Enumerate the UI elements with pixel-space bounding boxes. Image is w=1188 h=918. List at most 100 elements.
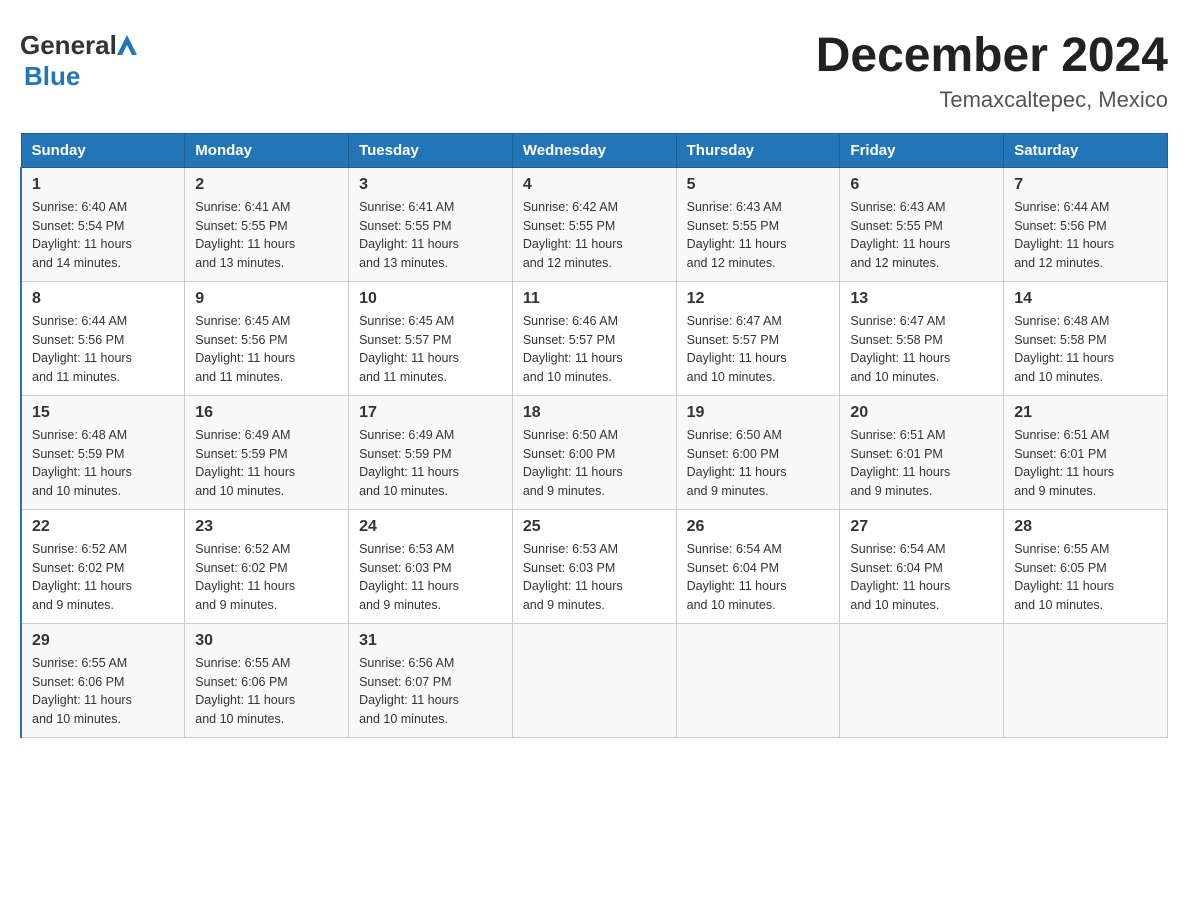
month-title: December 2024 bbox=[816, 30, 1168, 83]
day-info: Sunrise: 6:52 AMSunset: 6:02 PMDaylight:… bbox=[32, 542, 132, 612]
calendar-cell: 19 Sunrise: 6:50 AMSunset: 6:00 PMDaylig… bbox=[676, 395, 840, 509]
day-number: 30 bbox=[195, 632, 338, 650]
calendar-cell: 10 Sunrise: 6:45 AMSunset: 5:57 PMDaylig… bbox=[349, 281, 513, 395]
day-info: Sunrise: 6:53 AMSunset: 6:03 PMDaylight:… bbox=[523, 542, 623, 612]
day-number: 28 bbox=[1014, 518, 1157, 536]
day-number: 20 bbox=[850, 404, 993, 422]
calendar-cell: 25 Sunrise: 6:53 AMSunset: 6:03 PMDaylig… bbox=[512, 509, 676, 623]
calendar-header: SundayMondayTuesdayWednesdayThursdayFrid… bbox=[21, 133, 1168, 167]
day-info: Sunrise: 6:45 AMSunset: 5:56 PMDaylight:… bbox=[195, 314, 295, 384]
calendar-week-3: 15 Sunrise: 6:48 AMSunset: 5:59 PMDaylig… bbox=[21, 395, 1168, 509]
day-info: Sunrise: 6:49 AMSunset: 5:59 PMDaylight:… bbox=[195, 428, 295, 498]
day-info: Sunrise: 6:41 AMSunset: 5:55 PMDaylight:… bbox=[359, 200, 459, 270]
calendar-cell: 7 Sunrise: 6:44 AMSunset: 5:56 PMDayligh… bbox=[1004, 167, 1168, 281]
calendar-cell: 20 Sunrise: 6:51 AMSunset: 6:01 PMDaylig… bbox=[840, 395, 1004, 509]
day-info: Sunrise: 6:51 AMSunset: 6:01 PMDaylight:… bbox=[850, 428, 950, 498]
day-number: 12 bbox=[687, 290, 830, 308]
calendar-cell: 4 Sunrise: 6:42 AMSunset: 5:55 PMDayligh… bbox=[512, 167, 676, 281]
day-number: 13 bbox=[850, 290, 993, 308]
day-number: 2 bbox=[195, 176, 338, 194]
day-info: Sunrise: 6:54 AMSunset: 6:04 PMDaylight:… bbox=[687, 542, 787, 612]
calendar-cell: 14 Sunrise: 6:48 AMSunset: 5:58 PMDaylig… bbox=[1004, 281, 1168, 395]
logo-blue-text: Blue bbox=[24, 61, 80, 92]
day-number: 21 bbox=[1014, 404, 1157, 422]
calendar-body: 1 Sunrise: 6:40 AMSunset: 5:54 PMDayligh… bbox=[21, 167, 1168, 737]
day-info: Sunrise: 6:55 AMSunset: 6:06 PMDaylight:… bbox=[32, 656, 132, 726]
day-number: 7 bbox=[1014, 176, 1157, 194]
weekday-header-saturday: Saturday bbox=[1004, 133, 1168, 167]
calendar-cell: 17 Sunrise: 6:49 AMSunset: 5:59 PMDaylig… bbox=[349, 395, 513, 509]
calendar-cell: 11 Sunrise: 6:46 AMSunset: 5:57 PMDaylig… bbox=[512, 281, 676, 395]
calendar-cell bbox=[676, 623, 840, 737]
calendar-cell: 3 Sunrise: 6:41 AMSunset: 5:55 PMDayligh… bbox=[349, 167, 513, 281]
day-info: Sunrise: 6:48 AMSunset: 5:58 PMDaylight:… bbox=[1014, 314, 1114, 384]
day-number: 19 bbox=[687, 404, 830, 422]
calendar-cell: 26 Sunrise: 6:54 AMSunset: 6:04 PMDaylig… bbox=[676, 509, 840, 623]
day-number: 24 bbox=[359, 518, 502, 536]
calendar-cell: 5 Sunrise: 6:43 AMSunset: 5:55 PMDayligh… bbox=[676, 167, 840, 281]
calendar-cell bbox=[512, 623, 676, 737]
day-info: Sunrise: 6:44 AMSunset: 5:56 PMDaylight:… bbox=[1014, 200, 1114, 270]
calendar-cell: 16 Sunrise: 6:49 AMSunset: 5:59 PMDaylig… bbox=[185, 395, 349, 509]
day-info: Sunrise: 6:50 AMSunset: 6:00 PMDaylight:… bbox=[523, 428, 623, 498]
day-info: Sunrise: 6:43 AMSunset: 5:55 PMDaylight:… bbox=[687, 200, 787, 270]
day-number: 16 bbox=[195, 404, 338, 422]
calendar-cell: 6 Sunrise: 6:43 AMSunset: 5:55 PMDayligh… bbox=[840, 167, 1004, 281]
calendar-cell: 8 Sunrise: 6:44 AMSunset: 5:56 PMDayligh… bbox=[21, 281, 185, 395]
weekday-header-sunday: Sunday bbox=[21, 133, 185, 167]
day-info: Sunrise: 6:47 AMSunset: 5:57 PMDaylight:… bbox=[687, 314, 787, 384]
day-info: Sunrise: 6:43 AMSunset: 5:55 PMDaylight:… bbox=[850, 200, 950, 270]
calendar-week-5: 29 Sunrise: 6:55 AMSunset: 6:06 PMDaylig… bbox=[21, 623, 1168, 737]
calendar-cell: 29 Sunrise: 6:55 AMSunset: 6:06 PMDaylig… bbox=[21, 623, 185, 737]
day-info: Sunrise: 6:54 AMSunset: 6:04 PMDaylight:… bbox=[850, 542, 950, 612]
day-number: 18 bbox=[523, 404, 666, 422]
calendar-cell: 13 Sunrise: 6:47 AMSunset: 5:58 PMDaylig… bbox=[840, 281, 1004, 395]
day-number: 23 bbox=[195, 518, 338, 536]
day-number: 4 bbox=[523, 176, 666, 194]
logo-triangle-icon bbox=[117, 35, 137, 57]
day-info: Sunrise: 6:56 AMSunset: 6:07 PMDaylight:… bbox=[359, 656, 459, 726]
logo: General Blue bbox=[20, 30, 137, 92]
day-number: 26 bbox=[687, 518, 830, 536]
weekday-header-wednesday: Wednesday bbox=[512, 133, 676, 167]
day-info: Sunrise: 6:55 AMSunset: 6:06 PMDaylight:… bbox=[195, 656, 295, 726]
calendar-cell: 1 Sunrise: 6:40 AMSunset: 5:54 PMDayligh… bbox=[21, 167, 185, 281]
calendar-week-1: 1 Sunrise: 6:40 AMSunset: 5:54 PMDayligh… bbox=[21, 167, 1168, 281]
day-info: Sunrise: 6:44 AMSunset: 5:56 PMDaylight:… bbox=[32, 314, 132, 384]
calendar-cell bbox=[840, 623, 1004, 737]
day-number: 17 bbox=[359, 404, 502, 422]
day-number: 5 bbox=[687, 176, 830, 194]
calendar-cell: 27 Sunrise: 6:54 AMSunset: 6:04 PMDaylig… bbox=[840, 509, 1004, 623]
day-info: Sunrise: 6:52 AMSunset: 6:02 PMDaylight:… bbox=[195, 542, 295, 612]
day-number: 3 bbox=[359, 176, 502, 194]
day-info: Sunrise: 6:48 AMSunset: 5:59 PMDaylight:… bbox=[32, 428, 132, 498]
day-number: 31 bbox=[359, 632, 502, 650]
day-number: 27 bbox=[850, 518, 993, 536]
day-number: 10 bbox=[359, 290, 502, 308]
day-info: Sunrise: 6:42 AMSunset: 5:55 PMDaylight:… bbox=[523, 200, 623, 270]
calendar-cell: 9 Sunrise: 6:45 AMSunset: 5:56 PMDayligh… bbox=[185, 281, 349, 395]
day-number: 14 bbox=[1014, 290, 1157, 308]
weekday-header-friday: Friday bbox=[840, 133, 1004, 167]
day-number: 25 bbox=[523, 518, 666, 536]
calendar-cell: 31 Sunrise: 6:56 AMSunset: 6:07 PMDaylig… bbox=[349, 623, 513, 737]
day-number: 1 bbox=[32, 176, 174, 194]
calendar-cell: 2 Sunrise: 6:41 AMSunset: 5:55 PMDayligh… bbox=[185, 167, 349, 281]
calendar-cell: 15 Sunrise: 6:48 AMSunset: 5:59 PMDaylig… bbox=[21, 395, 185, 509]
calendar-table: SundayMondayTuesdayWednesdayThursdayFrid… bbox=[20, 133, 1168, 738]
day-info: Sunrise: 6:45 AMSunset: 5:57 PMDaylight:… bbox=[359, 314, 459, 384]
day-info: Sunrise: 6:40 AMSunset: 5:54 PMDaylight:… bbox=[32, 200, 132, 270]
day-info: Sunrise: 6:47 AMSunset: 5:58 PMDaylight:… bbox=[850, 314, 950, 384]
calendar-cell: 28 Sunrise: 6:55 AMSunset: 6:05 PMDaylig… bbox=[1004, 509, 1168, 623]
day-number: 15 bbox=[32, 404, 174, 422]
title-area: December 2024 Temaxcaltepec, Mexico bbox=[816, 30, 1168, 113]
day-number: 9 bbox=[195, 290, 338, 308]
calendar-cell: 30 Sunrise: 6:55 AMSunset: 6:06 PMDaylig… bbox=[185, 623, 349, 737]
weekday-header-thursday: Thursday bbox=[676, 133, 840, 167]
calendar-cell: 12 Sunrise: 6:47 AMSunset: 5:57 PMDaylig… bbox=[676, 281, 840, 395]
calendar-week-2: 8 Sunrise: 6:44 AMSunset: 5:56 PMDayligh… bbox=[21, 281, 1168, 395]
calendar-cell bbox=[1004, 623, 1168, 737]
weekday-row: SundayMondayTuesdayWednesdayThursdayFrid… bbox=[21, 133, 1168, 167]
calendar-cell: 21 Sunrise: 6:51 AMSunset: 6:01 PMDaylig… bbox=[1004, 395, 1168, 509]
day-info: Sunrise: 6:51 AMSunset: 6:01 PMDaylight:… bbox=[1014, 428, 1114, 498]
